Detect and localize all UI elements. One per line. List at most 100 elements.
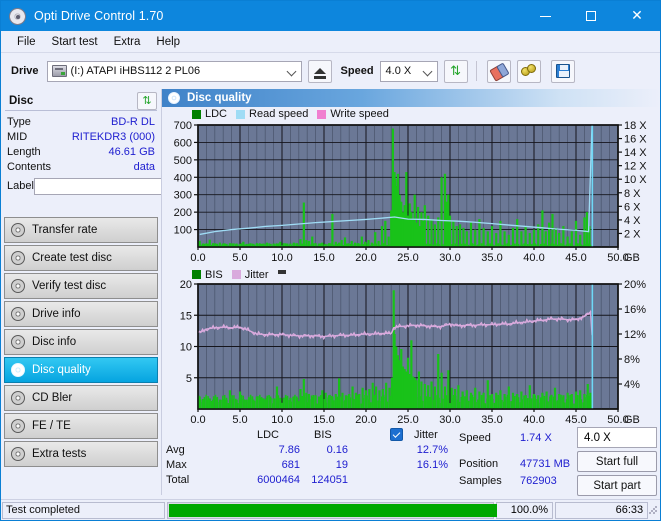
stats-avg-bis: 0.16: [326, 444, 348, 456]
disc-row-type-key: Type: [7, 115, 31, 128]
refresh-button[interactable]: ⇅: [443, 59, 468, 83]
svg-text:15: 15: [180, 310, 192, 322]
disc-row-contents-value: data: [133, 160, 155, 173]
disc-row-mid: MID RITEKDR3 (000): [7, 129, 155, 144]
disc-info-icon: [11, 335, 25, 349]
legend-swatch-bis: [192, 270, 201, 279]
status-bar: Test completed 100.0% 66:33: [1, 499, 660, 520]
stats-row-label-max: Max: [166, 459, 187, 471]
stats-row-label-avg: Avg: [166, 444, 185, 456]
stats-samples-label: Samples: [459, 475, 502, 487]
disc-quality-panel: Disc quality LDC Read speed Write speed …: [161, 89, 660, 496]
svg-text:40.0: 40.0: [523, 252, 544, 264]
svg-text:45.0: 45.0: [565, 252, 586, 264]
maximize-button[interactable]: [568, 1, 614, 31]
minimize-button[interactable]: [522, 1, 568, 31]
drive-label: Drive: [11, 65, 39, 77]
chevron-down-icon: [424, 67, 432, 75]
eraser-icon: [489, 62, 507, 79]
menu-extra[interactable]: Extra: [106, 34, 149, 50]
svg-text:GB: GB: [624, 414, 640, 426]
legend-label-read-speed: Read speed: [249, 108, 309, 120]
svg-text:8 X: 8 X: [624, 188, 641, 200]
bis-jitter-chart[interactable]: 5 10 15 20 4% 8% 12% 16% 20% 0.0 5.0 10.0 15.0 20.0 25…: [162, 280, 660, 428]
menu-file[interactable]: File: [9, 34, 44, 50]
svg-text:8%: 8%: [624, 354, 640, 366]
sidebar-item-extra-tests[interactable]: Extra tests: [4, 441, 158, 467]
svg-text:20%: 20%: [624, 280, 646, 291]
maximize-icon: [586, 11, 596, 21]
disc-row-mid-key: MID: [7, 130, 28, 143]
app-disc-icon: [9, 7, 26, 25]
test-speed-select[interactable]: 4.0 X: [577, 427, 657, 448]
sidebar-item-drive-info[interactable]: Drive info: [4, 301, 158, 327]
svg-text:2 X: 2 X: [624, 228, 641, 240]
drive-select[interactable]: (I:) ATAPI iHBS112 2 PL06: [46, 60, 302, 82]
progress-bar: [167, 501, 498, 519]
save-button[interactable]: [550, 59, 575, 83]
close-button[interactable]: ✕: [614, 1, 660, 31]
start-part-button[interactable]: Start part: [577, 475, 657, 496]
drive-select-value: (I:) ATAPI iHBS112 2 PL06: [70, 65, 201, 77]
svg-text:400: 400: [174, 172, 192, 184]
svg-text:20: 20: [180, 280, 192, 291]
disc-label-key: Label: [7, 180, 34, 192]
sidebar-item-cd-bler[interactable]: CD Bler: [4, 385, 158, 411]
stats-total-ldc: 6000464: [257, 474, 300, 486]
disc-row-mid-value: RITEKDR3 (000): [71, 130, 155, 143]
save-icon: [555, 64, 570, 78]
svg-text:0.0: 0.0: [190, 414, 205, 426]
disc-fete-icon: [11, 419, 25, 433]
sidebar-item-create-test-disc[interactable]: Create test disc: [4, 245, 158, 271]
svg-text:25.0: 25.0: [397, 414, 418, 426]
disc-bler-icon: [11, 391, 25, 405]
refresh-icon: ⇅: [142, 95, 152, 107]
disc-create-icon: [11, 251, 25, 265]
svg-text:15.0: 15.0: [313, 252, 334, 264]
status-text: Test completed: [2, 501, 166, 519]
sidebar-item-transfer-rate[interactable]: Transfer rate: [4, 217, 158, 243]
title-bar: Opti Drive Control 1.70 ✕: [1, 1, 660, 31]
sidebar-item-fe-te[interactable]: FE / TE: [4, 413, 158, 439]
eject-icon: [313, 68, 326, 79]
bitsetting-button[interactable]: [516, 59, 541, 83]
resize-grip[interactable]: [648, 505, 658, 515]
svg-text:35.0: 35.0: [481, 252, 502, 264]
menu-help[interactable]: Help: [148, 34, 188, 50]
disc-row-type: Type BD-R DL: [7, 114, 155, 129]
stats-panel: LDC BIS Jitter Avg 7.86 0.16 12.7% Max 6…: [162, 427, 660, 496]
sidebar-item-label: Extra tests: [32, 448, 87, 460]
disc-label-row: Label: [7, 176, 237, 196]
sidebar-item-label: Verify test disc: [32, 280, 107, 292]
disc-row-length-key: Length: [7, 145, 41, 158]
svg-text:14 X: 14 X: [624, 147, 647, 159]
disc-row-length-value: 46.61 GB: [108, 145, 155, 158]
disc-transfer-icon: [11, 223, 25, 237]
eject-button[interactable]: [307, 59, 332, 83]
sidebar-item-label: FE / TE: [32, 420, 71, 432]
erase-button[interactable]: [486, 59, 511, 83]
sidebar-item-verify-test-disc[interactable]: Verify test disc: [4, 273, 158, 299]
sidebar-item-disc-info[interactable]: Disc info: [4, 329, 158, 355]
svg-text:5: 5: [186, 373, 192, 385]
speed-select[interactable]: 4.0 X: [379, 60, 438, 82]
ldc-chart[interactable]: 100 200 300 400 500 600 700 2 X4 X 6 X8 X 10 X 12 …: [162, 121, 660, 266]
svg-text:12%: 12%: [624, 329, 646, 341]
left-column: Disc ⇅ Type BD-R DL MID RITEKDR3 (000) L…: [1, 89, 237, 495]
svg-text:100: 100: [174, 225, 192, 237]
svg-text:GB: GB: [624, 252, 640, 264]
svg-text:30.0: 30.0: [439, 414, 460, 426]
start-full-button[interactable]: Start full: [577, 451, 657, 472]
stats-row-label-total: Total: [166, 474, 190, 486]
svg-text:300: 300: [174, 190, 192, 202]
menu-start-test[interactable]: Start test: [44, 34, 106, 50]
stats-samples-value: 762903: [520, 475, 557, 487]
sidebar-item-disc-quality[interactable]: Disc quality: [4, 357, 158, 383]
nav-list: Transfer rate Create test disc Verify te…: [4, 217, 158, 469]
stats-speed-value: 1.74 X: [520, 432, 552, 444]
svg-text:25.0: 25.0: [397, 252, 418, 264]
disc-refresh-button[interactable]: ⇅: [137, 91, 157, 110]
sidebar-item-label: Drive info: [32, 308, 81, 320]
legend-label-write-speed: Write speed: [330, 108, 389, 120]
jitter-checkbox[interactable]: [390, 428, 403, 441]
